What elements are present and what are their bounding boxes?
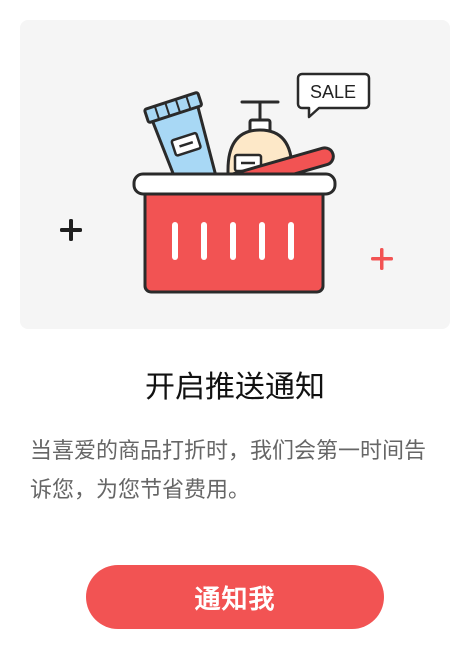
sale-tag-icon: SALE [296, 72, 371, 119]
basket-icon [143, 192, 325, 294]
description-text: 当喜爱的商品打折时，我们会第一时间告诉您，为您节省费用。 [30, 439, 427, 503]
plus-sparkle-icon [371, 248, 393, 270]
sale-tag-text: SALE [310, 82, 356, 102]
plus-sparkle-icon [60, 219, 82, 241]
page-title: 开启推送通知 [145, 370, 325, 405]
notification-permission-page: SALE 开启推送通知 当喜爱的商品打折时，我们会第一时间告诉您，为您节省费用。… [0, 0, 470, 670]
illustration-card: SALE [20, 20, 450, 329]
notify-me-button[interactable]: 通知我 [86, 565, 384, 629]
shopping-basket-illustration: SALE [60, 72, 393, 294]
basket-rim-icon [132, 172, 337, 196]
